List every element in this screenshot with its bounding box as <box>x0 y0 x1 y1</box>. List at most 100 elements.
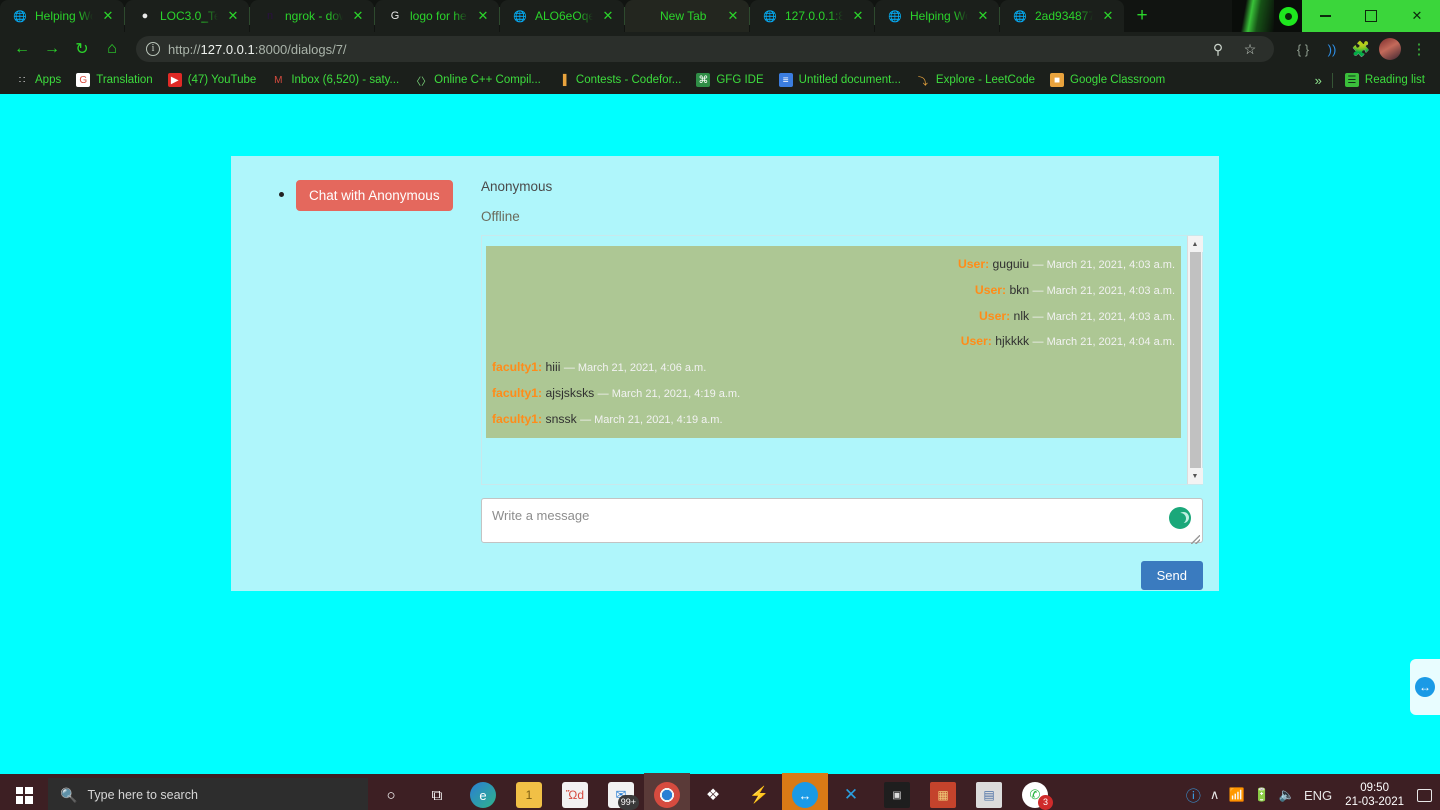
taskbar-chrome-button[interactable]: ◉ <box>644 773 690 810</box>
message-timestamp: — March 21, 2021, 4:03 a.m. <box>1033 285 1175 297</box>
wifi-icon[interactable]: 📶 <box>1228 787 1244 803</box>
browser-tab[interactable]: 🌐 ALO6eOqemb ✕ <box>500 0 624 32</box>
bookmarks-overflow-icon[interactable]: » <box>1311 73 1326 88</box>
bookmark-item[interactable]: 〈〉 Online C++ Compil... <box>408 70 547 90</box>
close-window-button[interactable]: ✕ <box>1394 0 1440 32</box>
close-tab-icon[interactable]: ✕ <box>225 8 241 24</box>
chrome-menu-icon[interactable]: ⋮ <box>1406 36 1432 62</box>
bookmark-item[interactable]: ∷ Apps <box>9 70 67 90</box>
window-app-icon: ▤ <box>976 782 1002 808</box>
close-tab-icon[interactable]: ✕ <box>475 8 491 24</box>
close-tab-icon[interactable]: ✕ <box>975 8 991 24</box>
taskbar-vscode-button[interactable]: ✕ <box>828 773 874 810</box>
taskbar-lightning-button[interactable]: ⚡ <box>736 773 782 810</box>
bookmark-item[interactable]: ▶ (47) YouTube <box>162 70 263 90</box>
bookmark-item[interactable]: ≡ Untitled document... <box>773 70 907 90</box>
taskbar-teamviewer-button[interactable]: ↔ <box>782 773 828 810</box>
address-bar[interactable]: i http://127.0.0.1:8000/dialogs/7/ ⚲ ☆ <box>136 36 1274 62</box>
clock[interactable]: 09:50 21-03-2021 <box>1341 781 1408 810</box>
help-icon[interactable]: ⓘ <box>1186 785 1201 806</box>
taskbar-badge: 3 <box>1038 795 1053 810</box>
reading-list-button[interactable]: ☰ Reading list <box>1339 70 1431 90</box>
taskbar-search[interactable]: 🔍 Type here to search <box>48 778 368 810</box>
taskbar-edge-button[interactable]: e <box>460 773 506 810</box>
reload-icon[interactable]: ↻ <box>68 35 96 63</box>
tab-title: Helping Wome <box>910 9 968 23</box>
bookmark-star-icon[interactable]: ☆ <box>1236 35 1264 63</box>
maximize-button[interactable] <box>1348 0 1394 32</box>
chevron-up-icon[interactable]: ∧ <box>1210 787 1220 803</box>
taskbar-task-view-button[interactable]: ⧉ <box>414 773 460 810</box>
globe-icon: 🌐 <box>512 8 528 24</box>
start-button[interactable] <box>0 773 48 810</box>
dialog-panel: Anonymous Offline User: guguiu — March 2… <box>481 156 1219 591</box>
bookmark-item[interactable]: ▐ Contests - Codefor... <box>550 70 687 90</box>
chat-with-anonymous-button[interactable]: Chat with Anonymous <box>296 180 453 211</box>
notification-icon[interactable] <box>1417 789 1432 802</box>
sound-extension-icon[interactable]: )) <box>1319 36 1345 62</box>
braces-extension-icon[interactable]: { } <box>1290 36 1316 62</box>
teamviewer-tray-orb[interactable] <box>1274 0 1302 32</box>
scrollbar[interactable]: ▲ ▼ <box>1187 236 1202 484</box>
taskbar-winrar-button[interactable]: ▦ <box>920 773 966 810</box>
globe-icon: 🌐 <box>12 8 28 24</box>
list-item: Chat with Anonymous <box>279 180 481 211</box>
tab-title: ALO6eOqemb <box>535 9 593 23</box>
language-indicator[interactable]: ENG <box>1304 788 1332 803</box>
scroll-down-icon[interactable]: ▼ <box>1188 468 1203 484</box>
volume-icon[interactable]: 🔈 <box>1279 787 1295 803</box>
browser-tab[interactable]: 🌐 Helping Wome ✕ <box>875 0 999 32</box>
taskbar-cortana-button[interactable]: ○ <box>368 773 414 810</box>
message-scroll-area[interactable]: User: guguiu — March 21, 2021, 4:03 a.m.… <box>482 236 1187 484</box>
close-tab-icon[interactable]: ✕ <box>100 8 116 24</box>
send-button[interactable]: Send <box>1141 561 1203 590</box>
browser-tab[interactable]: n ngrok - downl ✕ <box>250 0 374 32</box>
message-body: hjkkkk <box>995 334 1029 348</box>
taskbar-file-explorer-button[interactable]: ὜1 <box>506 773 552 810</box>
back-icon[interactable]: ← <box>8 35 36 63</box>
close-tab-icon[interactable]: ✕ <box>850 8 866 24</box>
forward-icon[interactable]: → <box>38 35 66 63</box>
browser-tab[interactable]: 🌐 127.0.0.1:8000 ✕ <box>750 0 874 32</box>
puzzle-icon[interactable]: 🧩 <box>1348 36 1374 62</box>
bookmark-item[interactable]: ■ Google Classroom <box>1044 70 1171 90</box>
taskbar-window-app-button[interactable]: ▤ <box>966 773 1012 810</box>
chat-message: User: guguiu — March 21, 2021, 4:03 a.m. <box>486 252 1181 278</box>
message-author: User: <box>958 257 989 271</box>
taskbar-dropbox-button[interactable]: ❖ <box>690 773 736 810</box>
site-info-icon[interactable]: i <box>146 42 160 56</box>
teamviewer-icon: ↔ <box>792 782 818 808</box>
teamviewer-side-widget[interactable]: ↔ <box>1410 659 1440 715</box>
message-input[interactable] <box>481 498 1203 543</box>
close-tab-icon[interactable]: ✕ <box>600 8 616 24</box>
browser-tab[interactable]: New Tab ✕ <box>625 0 749 32</box>
bookmark-item[interactable]: ⌘ GFG IDE <box>690 70 769 90</box>
browser-tab[interactable]: ● LOC3.0_Team- ✕ <box>125 0 249 32</box>
taskbar-terminal-button[interactable]: ▣ <box>874 773 920 810</box>
home-icon[interactable]: ⌂ <box>98 35 126 63</box>
avatar[interactable] <box>1377 36 1403 62</box>
scrollbar-thumb[interactable] <box>1190 252 1201 468</box>
taskbar-mail-button[interactable]: ✉ 99+ <box>598 773 644 810</box>
bookmark-item[interactable]: ⤵ Explore - LeetCode <box>910 70 1041 90</box>
message-author: User: <box>975 283 1006 297</box>
minimize-button[interactable] <box>1302 0 1348 32</box>
peer-name: Anonymous <box>481 179 1203 194</box>
browser-tab[interactable]: Glogo for healt ✕ <box>375 0 499 32</box>
taskbar-whatsapp-button[interactable]: ✆ 3 <box>1012 773 1058 810</box>
browser-tab[interactable]: 🌐 2ad934877e5 ✕ <box>1000 0 1124 32</box>
new-tab-button[interactable]: + <box>1128 2 1156 30</box>
tab-title: logo for healt <box>410 9 468 23</box>
battery-icon[interactable]: 🔋 <box>1254 787 1270 803</box>
taskbar-microsoft-store-button[interactable]: Ὤd <box>552 773 598 810</box>
search-icon[interactable]: ⚲ <box>1204 35 1232 63</box>
tab-title: Helping Wome <box>35 9 93 23</box>
bookmark-item[interactable]: M Inbox (6,520) - saty... <box>265 70 405 90</box>
close-tab-icon[interactable]: ✕ <box>725 8 741 24</box>
bookmark-item[interactable]: G Translation <box>70 70 158 90</box>
message-body: nlk <box>1014 309 1030 323</box>
browser-tab[interactable]: 🌐 Helping Wome ✕ <box>0 0 124 32</box>
close-tab-icon[interactable]: ✕ <box>350 8 366 24</box>
close-tab-icon[interactable]: ✕ <box>1100 8 1116 24</box>
scroll-up-icon[interactable]: ▲ <box>1188 236 1203 252</box>
